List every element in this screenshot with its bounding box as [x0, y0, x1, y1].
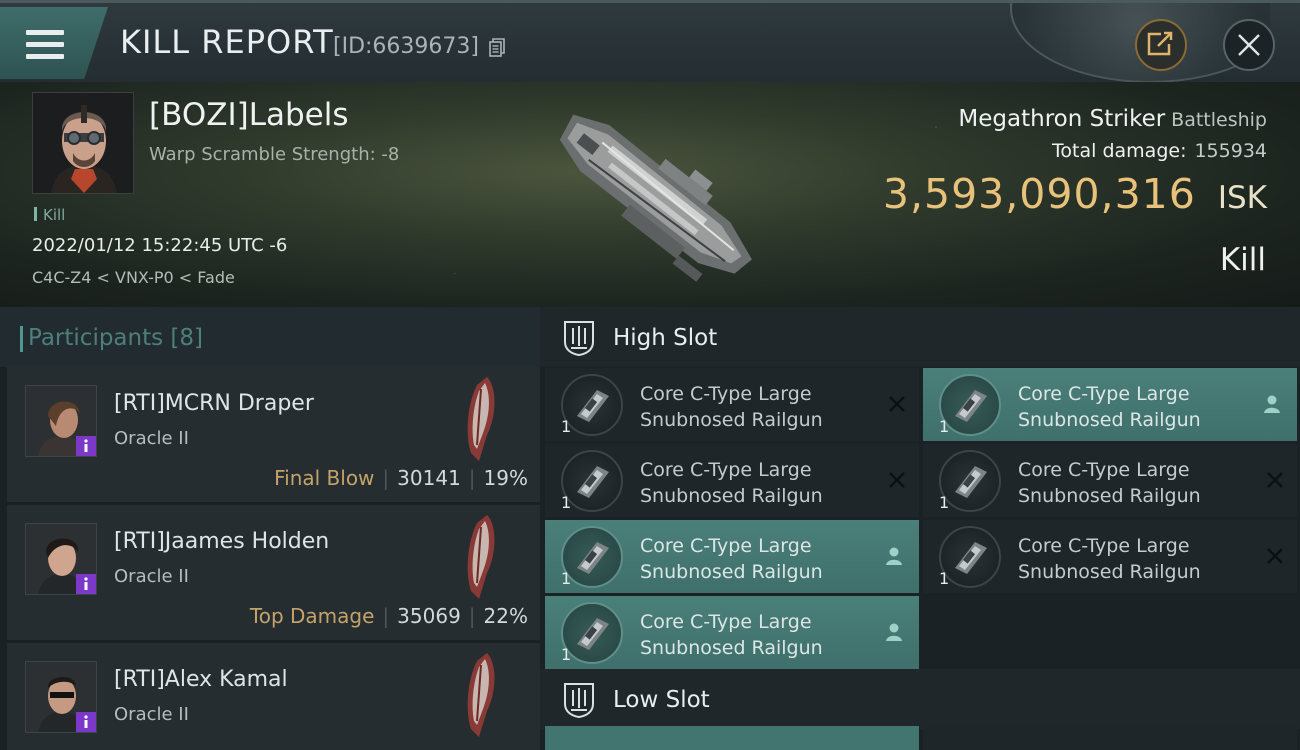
- module-name: Core C-Type Large Snubnosed Railgun: [640, 611, 823, 659]
- fitting-panel: High Slot 1 Core C-Type Large Snubnosed …: [540, 307, 1300, 750]
- ship-class: Battleship: [1171, 109, 1267, 131]
- kill-summary: [BOZI]Labels Warp Scramble Strength: -8 …: [0, 82, 1300, 307]
- participant-ship-icon[interactable]: [457, 651, 501, 741]
- participant-row[interactable]: [RTI]MCRN Draper Oracle II Final Blow | 30…: [7, 367, 540, 502]
- isk-currency: ISK: [1217, 180, 1267, 216]
- participant-ship-icon[interactable]: [457, 375, 501, 465]
- logistics-role-icon: [76, 712, 96, 732]
- title-bar: KILL REPORT [ID:6639673]: [0, 0, 1300, 83]
- destroyed-icon: [1267, 548, 1283, 564]
- participant-damage-percent: 22%: [483, 604, 528, 628]
- module-name: Core C-Type Large Snubnosed Railgun: [640, 535, 823, 583]
- module-name: Core C-Type Large Snubnosed Railgun: [640, 459, 823, 507]
- high-slot-title: High Slot: [613, 325, 718, 351]
- module-item[interactable]: 1 Core C-Type Large Snubnosed Railgun: [545, 596, 919, 669]
- participant-avatar[interactable]: [25, 661, 97, 733]
- module-quantity: 1: [561, 417, 572, 436]
- participants-count: [8]: [170, 325, 204, 351]
- participant-name[interactable]: [RTI]MCRN Draper: [114, 391, 314, 416]
- victim-avatar[interactable]: [32, 92, 134, 194]
- module-quantity: 1: [939, 493, 950, 512]
- top-damage-tag: Top Damage: [249, 604, 375, 628]
- share-icon: [1147, 31, 1173, 56]
- participants-title: Participants [8]: [19, 325, 204, 352]
- module-item[interactable]: 1 Core C-Type Large Snubnosed Railgun: [923, 368, 1297, 441]
- high-slot-header: High Slot: [540, 307, 1300, 367]
- ship-render[interactable]: [520, 87, 780, 302]
- participant-row[interactable]: [RTI]Alex Kamal Oracle II: [7, 643, 540, 750]
- module-item-partial[interactable]: [923, 726, 1297, 750]
- module-item-partial[interactable]: [545, 726, 919, 750]
- menu-button[interactable]: [0, 7, 108, 79]
- module-item[interactable]: 1 Core C-Type Large Snubnosed Railgun: [923, 520, 1297, 593]
- destroyed-icon: [889, 472, 905, 488]
- page-title: KILL REPORT: [120, 23, 334, 61]
- participant-stats: Final Blow | 30141 | 19%: [274, 466, 528, 490]
- participants-panel: Participants [8] [RTI]MCRN Draper Oracle…: [0, 307, 540, 750]
- ship-name[interactable]: Megathron Striker Battleship: [958, 106, 1267, 132]
- participants-label: Participants: [28, 325, 164, 351]
- participant-ship: Oracle II: [114, 704, 189, 725]
- logistics-role-icon: [76, 436, 96, 456]
- participant-ship: Oracle II: [114, 566, 189, 587]
- participant-ship-icon[interactable]: [457, 513, 501, 603]
- module-name: Core C-Type Large Snubnosed Railgun: [640, 383, 823, 431]
- module-item[interactable]: 1 Core C-Type Large Snubnosed Railgun: [545, 444, 919, 517]
- participant-name[interactable]: [RTI]Alex Kamal: [114, 667, 288, 692]
- final-blow-tag: Final Blow: [274, 466, 375, 490]
- participant-ship: Oracle II: [114, 428, 189, 449]
- total-damage-label: Total damage:: [1052, 140, 1187, 162]
- participant-stats: Top Damage | 35069 | 22%: [249, 604, 528, 628]
- module-name: Core C-Type Large Snubnosed Railgun: [1018, 535, 1201, 583]
- share-button[interactable]: [1135, 19, 1187, 71]
- module-name: Core C-Type Large Snubnosed Railgun: [1018, 459, 1201, 507]
- destroyed-icon: [1267, 472, 1283, 488]
- module-item[interactable]: 1 Core C-Type Large Snubnosed Railgun: [545, 520, 919, 593]
- participant-avatar[interactable]: [25, 523, 97, 595]
- kill-timestamp: 2022/01/12 15:22:45 UTC -6: [32, 235, 288, 256]
- victim-name[interactable]: [BOZI]Labels: [149, 97, 348, 133]
- module-quantity: 1: [561, 645, 572, 664]
- ship-type: Megathron Striker: [958, 106, 1166, 132]
- isk-value: 3,593,090,316 ISK: [883, 170, 1267, 218]
- warp-scramble-strength: Warp Scramble Strength: -8: [149, 144, 400, 165]
- kill-result: Kill: [1219, 242, 1266, 278]
- isk-amount: 3,593,090,316: [882, 170, 1196, 218]
- module-quantity: 1: [939, 569, 950, 588]
- report-id: [ID:6639673]: [333, 34, 479, 59]
- hamburger-menu-icon: [26, 30, 64, 60]
- participant-damage: 30141: [397, 466, 461, 490]
- participant-damage: 35069: [397, 604, 461, 628]
- kill-type-tag: Kill: [34, 206, 65, 224]
- person-icon: [886, 547, 902, 565]
- module-name: Core C-Type Large Snubnosed Railgun: [1018, 383, 1201, 431]
- low-slot-title: Low Slot: [613, 687, 710, 713]
- module-quantity: 1: [561, 493, 572, 512]
- copy-icon[interactable]: [489, 38, 505, 57]
- module-quantity: 1: [939, 417, 950, 436]
- total-damage: Total damage: 155934: [1052, 140, 1267, 162]
- module-item[interactable]: 1 Core C-Type Large Snubnosed Railgun: [923, 444, 1297, 517]
- module-quantity: 1: [561, 569, 572, 588]
- participant-avatar[interactable]: [25, 385, 97, 457]
- high-slot-icon: [564, 321, 594, 356]
- participant-name[interactable]: [RTI]Jaames Holden: [114, 529, 329, 554]
- low-slot-header: Low Slot: [540, 669, 1300, 729]
- module-item[interactable]: 1 Core C-Type Large Snubnosed Railgun: [545, 368, 919, 441]
- participant-row[interactable]: [RTI]Jaames Holden Oracle II Top Damage |…: [7, 505, 540, 640]
- close-icon: [1238, 34, 1260, 56]
- low-slot-icon: [564, 683, 594, 718]
- participants-header: Participants [8]: [0, 307, 540, 367]
- close-button[interactable]: [1223, 19, 1275, 71]
- person-icon: [886, 623, 902, 641]
- participant-damage-percent: 19%: [483, 466, 528, 490]
- person-icon: [1264, 395, 1280, 413]
- kill-location[interactable]: C4C-Z4 < VNX-P0 < Fade: [32, 268, 235, 287]
- total-damage-value: 155934: [1194, 140, 1267, 162]
- destroyed-icon: [889, 396, 905, 412]
- logistics-role-icon: [76, 574, 96, 594]
